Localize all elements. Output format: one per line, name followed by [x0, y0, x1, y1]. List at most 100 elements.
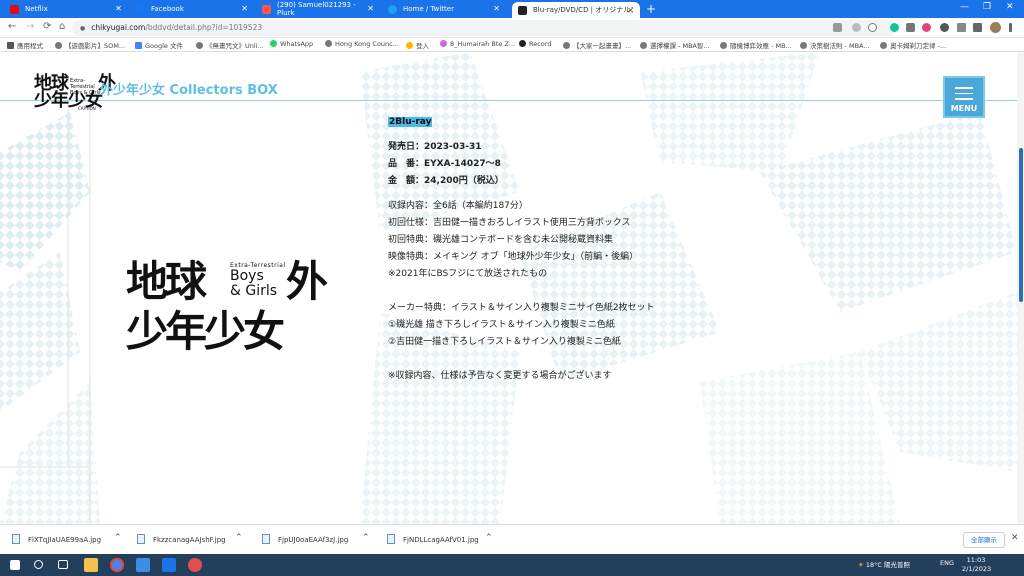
download-item[interactable]: FkzzcanagAAJshF.jpg ⌃: [137, 533, 243, 544]
browser-toolbar: ← → ⟳ ⌂ ● chikyugai.com/bddvd/detail.php?…: [0, 18, 1024, 38]
cover-boys-text: Boys: [230, 268, 264, 284]
page-title: 外少年少女 Collectors BOX: [100, 83, 278, 98]
bookmark-item[interactable]: Hong Kong Counc...: [325, 40, 399, 48]
bonus-line: ①磯光雄 描き下ろしイラスト＆サイン入り複製ミニ色紙: [388, 320, 615, 330]
tab-close-icon[interactable]: ✕: [367, 4, 374, 13]
home-button[interactable]: ⌂: [59, 21, 65, 32]
facebook-icon: [136, 4, 145, 14]
tab-label: Netflix: [25, 5, 48, 13]
tab-label: Blu-ray/DVD/CD | オリジナルア: [533, 6, 633, 14]
extension-pink-icon[interactable]: [922, 23, 931, 32]
disclaimer: ※収録内容、仕様は予告なく変更する場合がございます: [388, 371, 612, 381]
bonus-line: メーカー特典：イラスト＆サイン入り複製ミニサイ色紙2枚セット: [388, 303, 655, 313]
new-tab-button[interactable]: +: [646, 2, 656, 16]
bookmark-item[interactable]: 隨機博弈效應 - MB...: [720, 40, 792, 50]
tab-close-icon[interactable]: ✕: [627, 6, 634, 15]
profile-avatar[interactable]: [990, 22, 1001, 33]
system-clock[interactable]: 11:03 2/1/2023: [962, 556, 991, 574]
chevron-up-icon[interactable]: ⌃: [362, 533, 370, 543]
detail-line: 初回特典：磯光雄コンテボードを含む未公開秘蔵資料集: [388, 235, 614, 245]
file-explorer-icon[interactable]: [84, 558, 98, 572]
chevron-up-icon[interactable]: ⌃: [235, 533, 243, 543]
tab-close-icon[interactable]: ✕: [493, 4, 500, 13]
extension-icon[interactable]: [906, 23, 915, 32]
app-icon[interactable]: [188, 558, 202, 572]
tab-netflix[interactable]: Netflix ✕: [4, 0, 128, 18]
hamburger-icon: [955, 87, 973, 104]
bookmark-item[interactable]: 登入: [406, 40, 429, 50]
bookmark-item[interactable]: 《無畫咒文》Unli...: [196, 40, 264, 50]
show-all-downloads-button[interactable]: 全部顯示: [963, 532, 1005, 548]
download-item[interactable]: FjNDLLcagAAfV01.jpg ⌃: [387, 533, 493, 544]
task-view-icon[interactable]: [58, 560, 68, 569]
site-logo[interactable]: 地球 Extra-Terrestrial Boys & Girls 外 少年少女…: [34, 75, 116, 112]
bookmark-item[interactable]: 選擇權課 - MBA智...: [640, 40, 710, 50]
download-item[interactable]: FjpUJ0oaEAAf3zJ.jpg ⌃: [262, 533, 370, 544]
bookmark-item[interactable]: 決策樹法則 - MBA...: [800, 40, 870, 50]
menu-button[interactable]: MENU: [943, 76, 985, 118]
address-bar[interactable]: ● chikyugai.com/bddvd/detail.php?id=10195…: [72, 20, 897, 36]
bookmark-item[interactable]: 奧卡姆剃刀定律 -...: [880, 40, 946, 50]
language-indicator[interactable]: ENG: [940, 559, 954, 567]
bookmark-item[interactable]: 【大家一起畫畫】...: [563, 40, 631, 50]
reload-button[interactable]: ⟳: [43, 21, 51, 32]
reading-list-icon[interactable]: [957, 23, 966, 32]
windows-start-icon[interactable]: [10, 560, 20, 570]
bookmark-item[interactable]: 【遊戲影片】SOM...: [55, 40, 125, 50]
scrollbar-thumb[interactable]: [1019, 148, 1023, 302]
product-code: 品 番：EYXA-14027〜8: [388, 159, 501, 169]
bookmark-item[interactable]: 應用程式: [7, 40, 43, 50]
bookmark-icon: [55, 42, 62, 49]
close-icon[interactable]: ✕: [1011, 533, 1019, 543]
tab-twitter[interactable]: Home / Twitter ✕: [382, 0, 506, 18]
tab-label: Facebook: [151, 5, 184, 13]
cover-gaiji: 外: [286, 257, 329, 306]
puzzle-icon[interactable]: [940, 23, 949, 32]
bookmark-icon: [880, 42, 887, 49]
weather-widget[interactable]: ☀ 18°C 陽光普照: [858, 559, 910, 569]
bookmark-icon: [440, 40, 447, 47]
github-icon: [519, 40, 526, 47]
more-menu-icon[interactable]: [1009, 23, 1012, 32]
bookmark-item[interactable]: Google 文件: [135, 40, 183, 50]
tab-plurk[interactable]: (290) Samuel021293 - Plurk ✕: [256, 0, 380, 18]
product-price: 金 額：24,200円（税込）: [388, 176, 504, 186]
tab-facebook[interactable]: Facebook ✕: [130, 0, 254, 18]
bookmark-item[interactable]: Record: [519, 40, 551, 48]
browser-tab-strip: Netflix ✕ Facebook ✕ (290) Samuel021293 …: [0, 0, 1024, 18]
bookmark-icon: [640, 42, 647, 49]
mail-icon[interactable]: [162, 558, 176, 572]
bookmark-icon: [406, 42, 413, 49]
whatsapp-icon: [270, 40, 277, 47]
tab-close-icon[interactable]: ✕: [115, 4, 122, 13]
apps-icon: [7, 42, 14, 49]
back-button[interactable]: ←: [8, 21, 16, 32]
download-item[interactable]: FlXTqJIaUAE99aA.jpg ⌃: [12, 533, 122, 544]
tab-close-icon[interactable]: ✕: [241, 4, 248, 13]
translate-icon[interactable]: [833, 23, 842, 32]
chevron-up-icon[interactable]: ⌃: [114, 533, 122, 543]
share-icon[interactable]: [852, 23, 861, 32]
store-icon[interactable]: [136, 558, 150, 572]
minimize-button[interactable]: —: [960, 2, 969, 12]
bookmark-icon: [325, 40, 332, 47]
detail-line: 収録内容：全6話（本編約187分）: [388, 201, 528, 211]
close-window-button[interactable]: ✕: [1006, 2, 1014, 12]
grammarly-icon[interactable]: [890, 23, 899, 32]
bookmark-item[interactable]: WhatsApp: [270, 40, 313, 48]
image-file-icon: [262, 534, 270, 544]
cover-title-line2: 少年少女: [126, 307, 285, 356]
chevron-up-icon[interactable]: ⌃: [485, 533, 493, 543]
tab-chikyugai[interactable]: Blu-ray/DVD/CD | オリジナルア ✕: [512, 2, 640, 18]
download-shelf: FlXTqJIaUAE99aA.jpg ⌃ FkzzcanagAAJshF.jpg…: [0, 524, 1024, 554]
bookmark-star-icon[interactable]: [868, 23, 877, 32]
side-panel-icon[interactable]: [973, 23, 982, 32]
product-cover-logo: 地球 Extra-Terrestrial Boys & Girls 外 少年少女: [126, 259, 336, 369]
chrome-icon[interactable]: [110, 558, 124, 572]
maximize-button[interactable]: ❐: [983, 2, 991, 12]
plurk-icon: [262, 4, 271, 14]
forward-button[interactable]: →: [26, 21, 34, 32]
bookmark-item[interactable]: 8_Humairah Bte Z...: [440, 40, 515, 48]
tab-label: (290) Samuel021293 - Plurk: [277, 1, 356, 17]
search-icon[interactable]: [34, 560, 43, 569]
